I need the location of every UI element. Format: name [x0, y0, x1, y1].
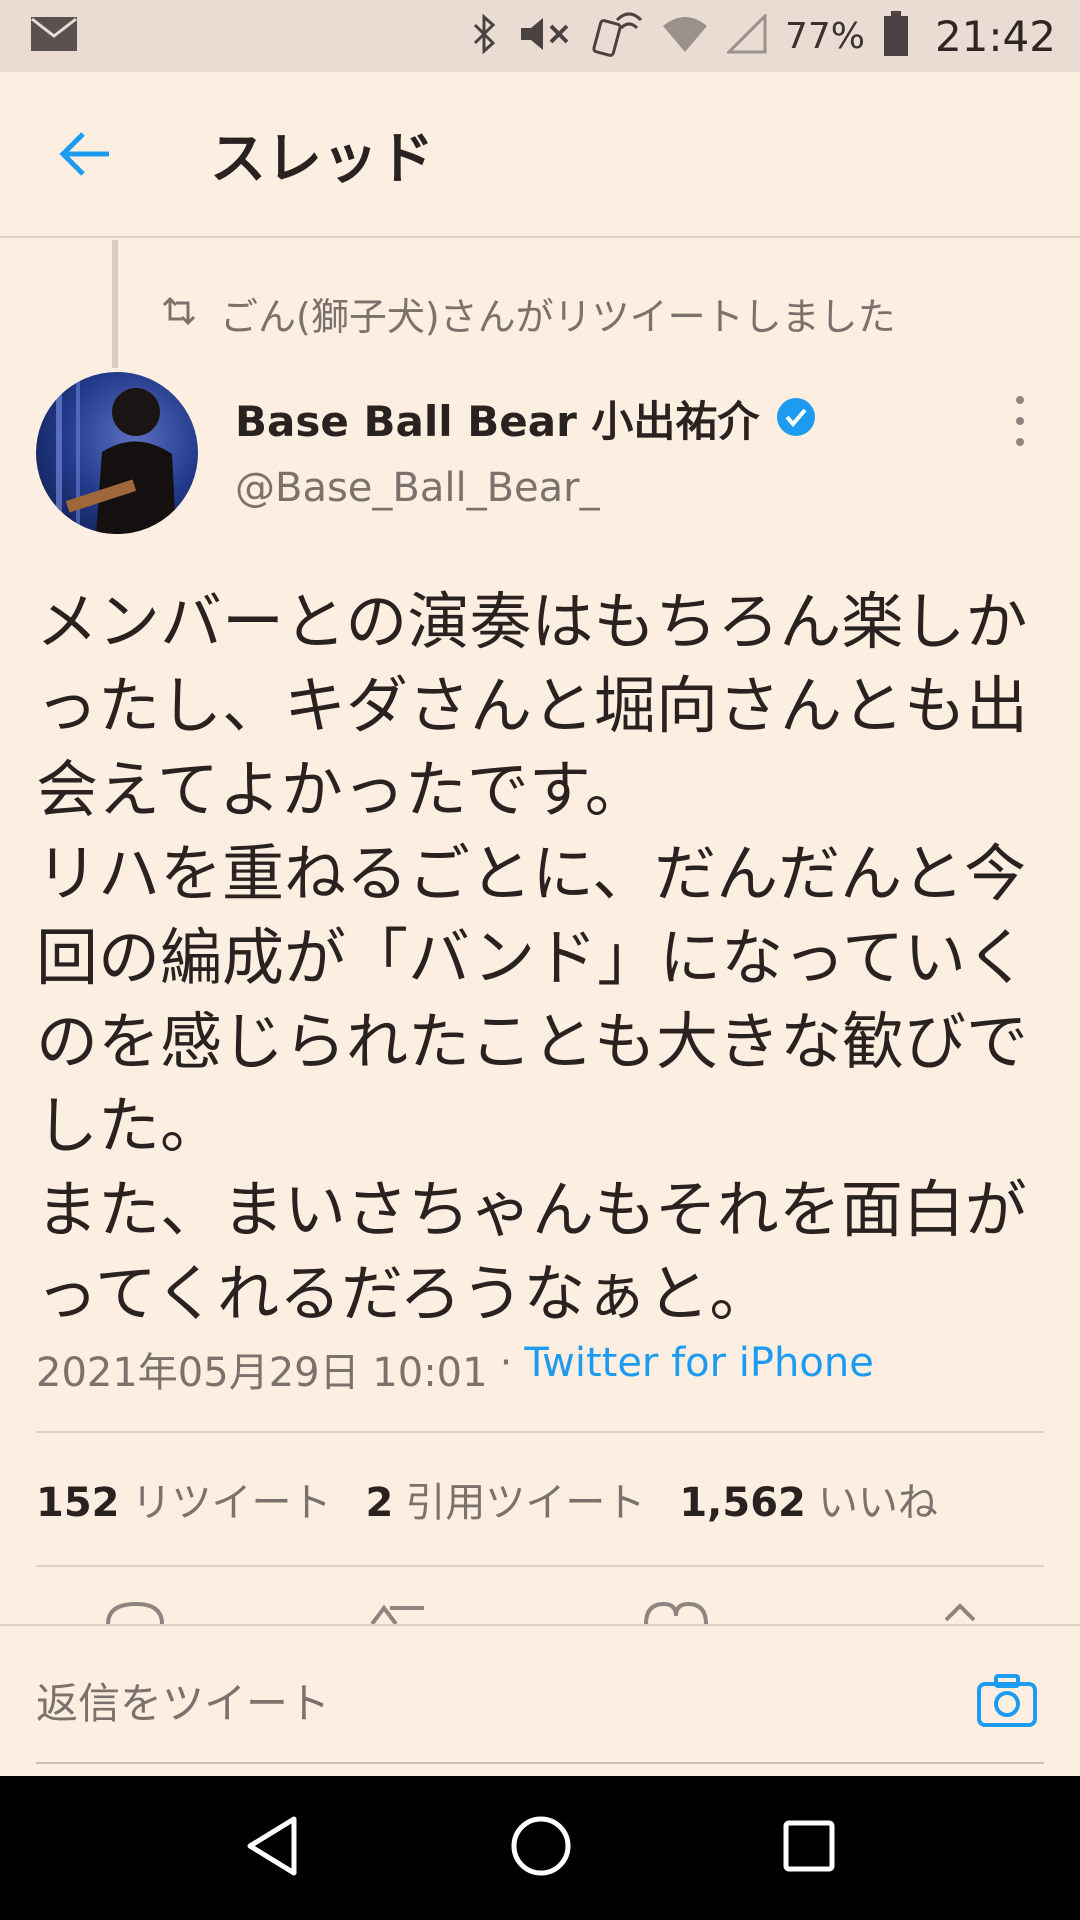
divider — [36, 1431, 1044, 1433]
author-name: Base Ball Bear 小出祐介 — [235, 397, 760, 446]
tweet-meta: 2021年05月29日 10:01 · Twitter for iPhone — [36, 1340, 874, 1398]
nav-back-icon[interactable] — [244, 1815, 300, 1881]
quotes-stat[interactable]: 2 引用ツイート — [366, 1470, 646, 1528]
likes-label: いいね — [817, 1480, 938, 1526]
action-bar — [0, 1596, 1080, 1624]
clock: 21:42 — [934, 11, 1056, 61]
author-handle[interactable]: @Base_Ball_Bear_ — [235, 465, 600, 511]
retweets-count: 152 — [36, 1480, 120, 1526]
quotes-label: 引用ツイート — [405, 1480, 646, 1526]
retweet-icon — [160, 295, 198, 331]
battery-icon — [883, 11, 909, 61]
retweet-banner-text: ごん(獅子犬)さんがリツイートしました — [220, 294, 896, 339]
reply-bar: 返信をツイート — [0, 1624, 1080, 1776]
reply-underline — [36, 1762, 1044, 1764]
retweets-stat[interactable]: 152 リツイート — [36, 1470, 332, 1528]
tweet-timestamp: 2021年05月29日 10:01 — [36, 1350, 488, 1396]
nav-recents-icon[interactable] — [782, 1819, 836, 1877]
retweets-label: リツイート — [131, 1480, 332, 1526]
meta-separator: · — [499, 1340, 513, 1386]
avatar[interactable] — [36, 372, 198, 534]
quotes-count: 2 — [365, 1480, 394, 1526]
mail-icon — [30, 16, 78, 56]
likes-count: 1,562 — [679, 1480, 806, 1526]
mute-icon — [517, 14, 573, 58]
back-arrow-icon[interactable] — [40, 109, 130, 199]
app-bar: スレッド — [0, 72, 1080, 238]
camera-icon[interactable] — [976, 1672, 1038, 1728]
nav-home-icon[interactable] — [509, 1814, 573, 1882]
retweet-action-icon[interactable] — [370, 1604, 424, 1624]
likes-stat[interactable]: 1,562 いいね — [679, 1470, 938, 1528]
system-nav-bar — [0, 1776, 1080, 1920]
status-bar: 77% 21:42 — [0, 0, 1080, 72]
divider — [36, 1565, 1044, 1567]
page-title: スレッド — [210, 126, 434, 192]
tweet-text: メンバーとの演奏はもちろん楽しかったし、キダさんと堀向さんとも出会えてよかったで… — [36, 585, 1029, 1330]
thread-line — [112, 240, 118, 368]
like-icon[interactable] — [644, 1601, 708, 1624]
reply-icon[interactable] — [106, 1601, 164, 1624]
author-name-row[interactable]: Base Ball Bear 小出祐介 — [235, 388, 817, 449]
retweet-banner[interactable]: ごん(獅子犬)さんがリツイートしました — [160, 283, 896, 343]
nfc-icon — [591, 10, 643, 62]
bluetooth-icon — [471, 13, 499, 59]
verified-badge-icon — [775, 396, 817, 442]
tweet-stats: 152 リツイート 2 引用ツイート 1,562 いいね — [36, 1470, 938, 1528]
battery-percent: 77% — [784, 15, 865, 57]
wifi-icon — [661, 14, 709, 58]
more-options-icon[interactable] — [1000, 396, 1040, 446]
tweet-source-link[interactable]: Twitter for iPhone — [524, 1340, 874, 1398]
signal-icon — [725, 12, 767, 58]
reply-input[interactable]: 返信をツイート — [36, 1670, 330, 1731]
share-icon[interactable] — [944, 1603, 976, 1622]
